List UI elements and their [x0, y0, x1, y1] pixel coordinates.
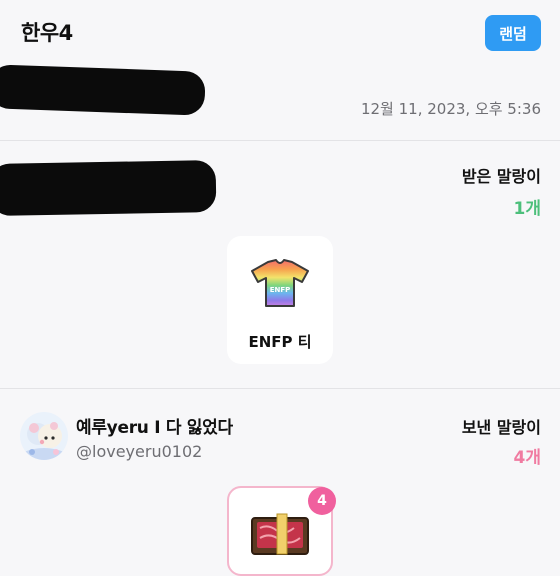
received-label: 받은 말랑이 [461, 167, 541, 186]
random-button[interactable]: 랜덤 [485, 15, 541, 51]
sent-count: 4개 [513, 448, 541, 468]
divider [0, 140, 560, 141]
sent-item-quantity-badge: 4 [308, 487, 336, 515]
svg-text:ENFP: ENFP [270, 286, 291, 294]
sender-name[interactable]: 예루yeru I 다 잃었다 [76, 413, 233, 438]
sent-label: 보낸 말랑이 [461, 418, 541, 437]
received-count: 1개 [513, 199, 541, 219]
avatar[interactable] [20, 412, 68, 460]
page-title: 한우4 [21, 21, 73, 45]
redacted-name-middle [0, 160, 217, 216]
avatar-image [20, 412, 68, 460]
sender-handle: @loveyeru0102 [76, 442, 203, 461]
received-item-card[interactable]: ENFP ENFP 티 [227, 236, 333, 364]
redacted-name-top [0, 64, 206, 116]
header: 한우4 랜덤 [0, 0, 560, 64]
tshirt-icon: ENFP [251, 259, 309, 307]
received-item-label: ENFP 티 [248, 333, 312, 351]
hanwoo-gift-box-icon [251, 513, 309, 555]
timestamp: 12월 11, 2023, 오후 5:36 [360, 100, 541, 118]
divider [0, 388, 560, 389]
